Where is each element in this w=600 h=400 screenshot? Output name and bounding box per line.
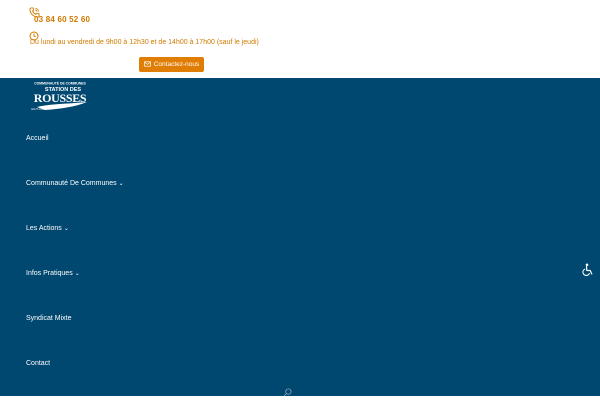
opening-hours: Du lundi au vendredi de 9h00 à 12h30 et … bbox=[30, 39, 259, 46]
page-bottom-edge bbox=[0, 396, 600, 400]
search-icon[interactable] bbox=[283, 385, 292, 397]
nav-item-syndicat-mixte[interactable]: Syndicat Mixte bbox=[26, 315, 72, 322]
envelope-icon bbox=[143, 60, 151, 69]
nav-item-actions[interactable]: Les Actions ⌄ bbox=[26, 225, 69, 232]
chevron-down-icon: ⌄ bbox=[118, 181, 124, 187]
nav-item-label: Contact bbox=[26, 360, 51, 367]
site-logo[interactable]: COMMUNAUTÉ DE COMMUNES STATION DES ROUSS… bbox=[29, 80, 91, 114]
nav-item-communaute[interactable]: Communauté De Communes ⌄ bbox=[26, 180, 124, 187]
chevron-down-icon: ⌄ bbox=[74, 271, 80, 277]
nav-item-accueil[interactable]: Accueil bbox=[26, 135, 49, 142]
nav-item-label: Infos Pratiques bbox=[26, 270, 73, 277]
main-navigation bbox=[0, 78, 600, 396]
nav-item-label: Syndicat Mixte bbox=[26, 315, 72, 322]
phone-number-link[interactable]: 03 84 60 52 60 bbox=[34, 15, 90, 24]
logo-line-1: COMMUNAUTÉ DE COMMUNES bbox=[34, 81, 86, 86]
nav-item-label: Les Actions bbox=[26, 225, 62, 232]
logo-line-4: HAUT-JURA bbox=[31, 107, 46, 111]
nav-item-label: Communauté De Communes bbox=[26, 180, 117, 187]
nav-item-label: Accueil bbox=[26, 135, 49, 142]
wheelchair-icon[interactable] bbox=[581, 263, 595, 277]
contact-us-button[interactable]: Contactez-nous bbox=[139, 57, 204, 72]
nav-item-infos-pratiques[interactable]: Infos Pratiques ⌄ bbox=[26, 270, 80, 277]
chevron-down-icon: ⌄ bbox=[63, 226, 69, 232]
top-contact-bar: 03 84 60 52 60 Du lundi au vendredi de 9… bbox=[0, 0, 578, 78]
nav-item-contact[interactable]: Contact bbox=[26, 360, 50, 367]
clock-icon bbox=[29, 28, 39, 41]
contact-us-label: Contactez-nous bbox=[153, 61, 200, 68]
